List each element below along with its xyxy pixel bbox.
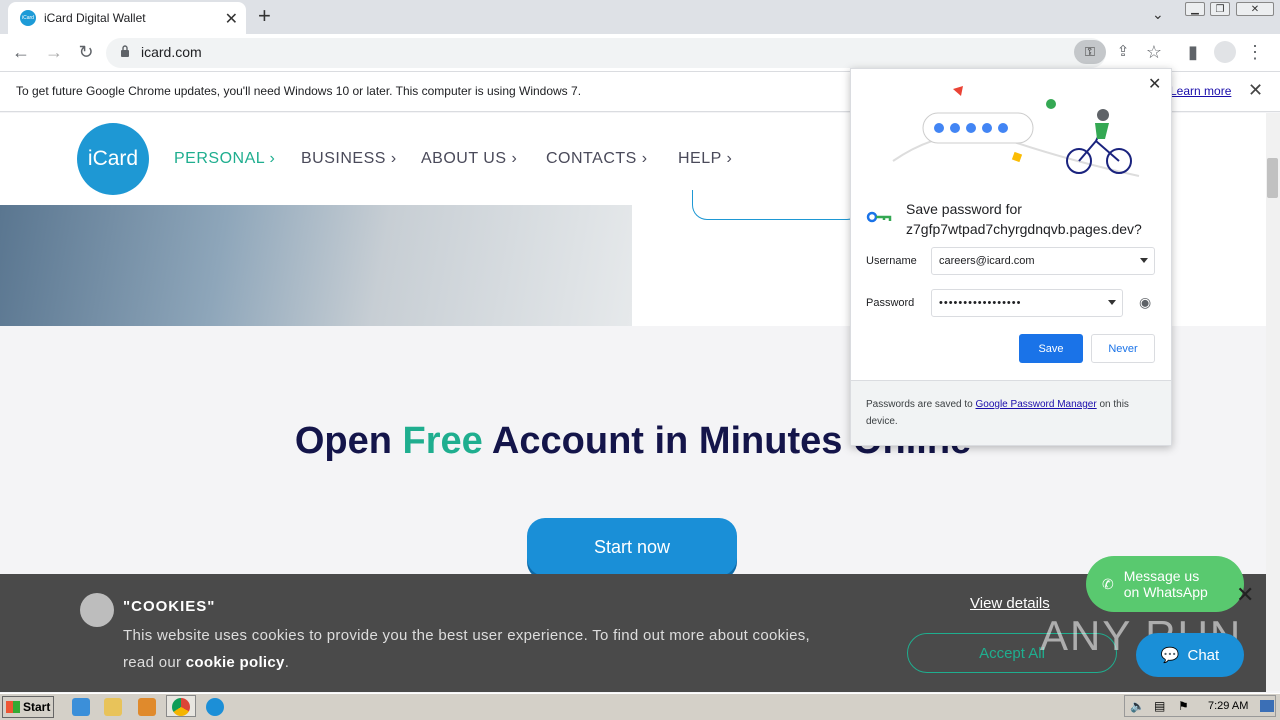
new-tab-icon[interactable]: +: [258, 5, 271, 27]
cookie-text: This website uses cookies to provide you…: [123, 627, 810, 671]
chevron-right-icon: ›: [390, 150, 397, 167]
hero-image: [0, 205, 632, 326]
password-manager-link[interactable]: Google Password Manager: [976, 399, 1097, 410]
chrome-icon[interactable]: [172, 698, 190, 716]
chevron-right-icon: ›: [641, 150, 648, 167]
start-now-button[interactable]: Start now: [527, 518, 737, 576]
network-icon[interactable]: ▤: [1154, 699, 1165, 713]
chevron-right-icon: ›: [511, 150, 518, 167]
save-button[interactable]: Save: [1019, 334, 1083, 363]
more-menu-icon[interactable]: ⋮: [1244, 42, 1266, 63]
close-window-icon[interactable]: ✕: [1236, 2, 1274, 16]
folder-icon[interactable]: [104, 698, 122, 716]
url-text[interactable]: icard.com: [141, 44, 202, 60]
username-label: Username: [866, 255, 917, 267]
edge-icon[interactable]: [206, 698, 224, 716]
windows-logo-icon: [6, 701, 20, 713]
dialog-footer-text: Passwords are saved to Google Password M…: [866, 399, 1129, 427]
profile-avatar[interactable]: [1214, 41, 1236, 63]
speaker-icon[interactable]: 🔈: [1130, 699, 1145, 713]
bookmark-star-icon[interactable]: ☆: [1143, 42, 1165, 63]
tab-title: iCard Digital Wallet: [44, 11, 146, 25]
view-details-link[interactable]: View details: [970, 595, 1050, 612]
chat-button[interactable]: 💬 Chat: [1136, 633, 1244, 677]
lock-icon[interactable]: [120, 45, 130, 57]
chat-bubble-icon: 💬: [1160, 647, 1180, 664]
restore-window-icon[interactable]: ❐: [1210, 2, 1230, 16]
reload-icon[interactable]: ↻: [75, 42, 97, 63]
chevron-right-icon: ›: [726, 150, 733, 167]
cookie-policy-link[interactable]: cookie policy: [186, 654, 285, 671]
password-label: Password: [866, 297, 915, 309]
learn-more-link[interactable]: Learn more: [1170, 84, 1231, 98]
page-scrollbar[interactable]: [1266, 113, 1280, 691]
system-tray: [1124, 695, 1276, 717]
eye-icon[interactable]: ◉: [1139, 294, 1151, 311]
key-icon[interactable]: ⚿: [1074, 40, 1106, 64]
password-illustration: [892, 86, 1140, 177]
password-select[interactable]: •••••••••••••••••: [931, 289, 1123, 317]
key-icon: [866, 211, 892, 223]
nav-help[interactable]: HELP ›: [678, 150, 732, 168]
nav-business[interactable]: BUSINESS ›: [301, 150, 397, 168]
dropdown-arrow-icon[interactable]: [1108, 300, 1116, 305]
username-select[interactable]: careers@icard.com: [931, 247, 1155, 275]
side-panel-icon[interactable]: ▮: [1182, 42, 1204, 63]
minimize-window-icon[interactable]: ▁: [1185, 2, 1205, 16]
close-dialog-icon[interactable]: ✕: [1148, 74, 1161, 94]
media-player-icon[interactable]: [138, 698, 156, 716]
infobar-text: To get future Google Chrome updates, you…: [16, 84, 582, 98]
cookie-title: "COOKIES": [123, 598, 216, 615]
cookie-icon: [80, 593, 114, 627]
close-cookie-icon[interactable]: ✕: [1236, 582, 1254, 608]
nav-about-us[interactable]: ABOUT US ›: [421, 150, 517, 168]
address-bar[interactable]: [106, 38, 1106, 68]
share-icon[interactable]: ⇪: [1112, 42, 1134, 60]
nav-personal[interactable]: PERSONAL ›: [174, 150, 275, 168]
scrollbar-thumb[interactable]: [1267, 158, 1278, 198]
never-button[interactable]: Never: [1091, 334, 1155, 363]
start-button[interactable]: Start: [2, 696, 54, 718]
clock[interactable]: 7:29 AM: [1208, 700, 1248, 712]
hero-outline-button[interactable]: [692, 190, 862, 220]
icard-logo[interactable]: iCard: [77, 123, 149, 195]
flag-icon[interactable]: ⚑: [1178, 699, 1189, 713]
nav-contacts[interactable]: CONTACTS ›: [546, 150, 648, 168]
site-favicon-icon: iCard: [20, 10, 36, 26]
close-infobar-icon[interactable]: ✕: [1248, 80, 1263, 101]
dropdown-arrow-icon[interactable]: [1140, 258, 1148, 263]
show-desktop-icon[interactable]: [1260, 700, 1274, 712]
dialog-title: Save password for z7gfp7wtpad7chyrgdnqvb.…: [906, 201, 1142, 237]
chevron-right-icon: ›: [269, 150, 276, 167]
forward-icon[interactable]: →: [43, 42, 65, 63]
chevron-down-icon[interactable]: ⌄: [1152, 6, 1164, 23]
back-icon[interactable]: ←: [10, 42, 32, 63]
browser-tab[interactable]: iCard iCard Digital Wallet ✕: [8, 2, 246, 34]
whatsapp-button[interactable]: ✆ Message us on WhatsApp: [1086, 556, 1244, 612]
whatsapp-icon: ✆: [1102, 575, 1114, 592]
close-tab-icon[interactable]: ✕: [225, 9, 238, 29]
ie-icon[interactable]: [72, 698, 90, 716]
